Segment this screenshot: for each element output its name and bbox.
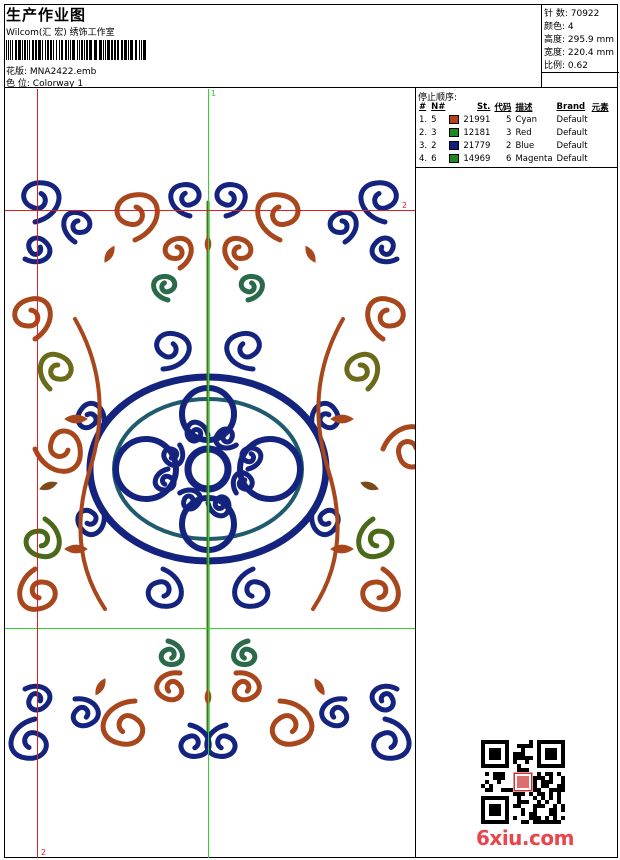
design-height: 高度: 295.9 mm xyxy=(544,35,615,45)
element xyxy=(590,126,611,139)
guide-line-horizontal-red xyxy=(5,210,415,211)
color-description: Cyan xyxy=(515,114,537,125)
needle-number: 3 xyxy=(431,127,437,138)
row-number: 1. xyxy=(419,114,428,125)
brand: Default xyxy=(556,114,588,125)
divider xyxy=(542,72,619,73)
header: 生产作业图 Wilcom(汇 宏) 绣饰工作室 花版: MNA2422.emb … xyxy=(4,4,619,89)
color-swatch xyxy=(447,126,461,139)
brand: Default xyxy=(556,140,588,151)
brand: Default xyxy=(556,153,588,164)
company-name: Wilcom(汇 宏) 绣饰工作室 xyxy=(6,28,115,38)
color-swatch-box xyxy=(449,114,460,124)
barcode xyxy=(6,40,146,60)
colorway-label: 色 位: xyxy=(6,79,30,89)
column-header: 描述 xyxy=(515,103,533,113)
table-row: 1. 5 21991 5 Cyan Default xyxy=(417,113,611,126)
column-header: St. xyxy=(477,102,491,112)
needle-number: 6 xyxy=(431,153,437,164)
stitch-count: 14969 xyxy=(463,153,491,164)
embroidery-pattern xyxy=(8,180,415,761)
guide-label: 2 xyxy=(402,201,408,210)
color-swatch xyxy=(447,139,461,152)
divider xyxy=(415,88,416,858)
row-number: 2. xyxy=(419,127,428,138)
color-swatch-box xyxy=(449,127,460,137)
table-row: 3. 2 21779 2 Blue Default xyxy=(417,139,611,152)
row-number: 4. xyxy=(419,153,428,164)
element xyxy=(590,113,611,126)
column-header: 元素 xyxy=(591,103,609,113)
color-swatch-box xyxy=(449,140,460,150)
color-code: 2 xyxy=(506,140,512,151)
color-description: Red xyxy=(515,127,532,138)
design-info: 针 数: 70922 颜色: 4 高度: 295.9 mm 宽度: 220.4 … xyxy=(541,4,619,88)
column-header: 代码 xyxy=(494,103,512,113)
guide-label: 1 xyxy=(211,89,217,98)
needle-number: 5 xyxy=(431,114,437,125)
color-swatch xyxy=(447,113,461,126)
design-scale: 比例: 0.62 xyxy=(544,61,588,71)
color-code: 5 xyxy=(506,114,512,125)
qr-code xyxy=(481,740,565,824)
color-code: 6 xyxy=(506,153,512,164)
design-preview xyxy=(5,89,415,858)
column-header: # xyxy=(419,102,427,112)
colorway-value: Colorway 1 xyxy=(32,79,84,89)
color-swatch-box xyxy=(449,153,460,163)
needle-number: 2 xyxy=(431,140,437,151)
guide-line-horizontal-green xyxy=(5,628,415,629)
stitch-count: 21991 xyxy=(463,114,491,125)
color-code: 3 xyxy=(506,127,512,138)
stop-sequence-table: # N# St. 代码 描述 Brand 元素 1. 5 21991 5 Cyan Def… xyxy=(417,101,611,165)
guide-line-vertical-red xyxy=(37,89,38,858)
watermark-logo: 6xiu.com xyxy=(476,826,574,850)
color-description: Magenta xyxy=(515,153,553,164)
brand: Default xyxy=(556,127,588,138)
column-header: Brand xyxy=(556,102,586,112)
header-left: 生产作业图 Wilcom(汇 宏) 绣饰工作室 花版: MNA2422.emb … xyxy=(4,4,541,89)
table-header-row: # N# St. 代码 描述 Brand 元素 xyxy=(417,101,611,113)
stitch-count: 21779 xyxy=(463,140,491,151)
stitch-count: 针 数: 70922 xyxy=(544,9,600,19)
element xyxy=(590,152,611,165)
row-number: 3. xyxy=(419,140,428,151)
table-row: 4. 6 14969 6 Magenta Default xyxy=(417,152,611,165)
design-width: 宽度: 220.4 mm xyxy=(544,48,615,58)
column-header xyxy=(447,101,461,113)
column-header: N# xyxy=(431,102,446,112)
color-description: Blue xyxy=(515,140,535,151)
stitch-count: 12181 xyxy=(463,127,491,138)
colorway-row: 色 位: Colorway 1 xyxy=(6,76,83,89)
color-swatch xyxy=(447,152,461,165)
table-row: 2. 3 12181 3 Red Default xyxy=(417,126,611,139)
element xyxy=(590,139,611,152)
page-title: 生产作业图 xyxy=(6,6,87,24)
guide-label: 2 xyxy=(41,848,47,857)
guide-line-vertical-green xyxy=(208,89,209,858)
color-count: 颜色: 4 xyxy=(544,22,574,32)
stop-sequence-panel: 停止顺序: # N# St. 代码 描述 Brand 元素 1. 5 21991 5 C… xyxy=(416,88,618,168)
